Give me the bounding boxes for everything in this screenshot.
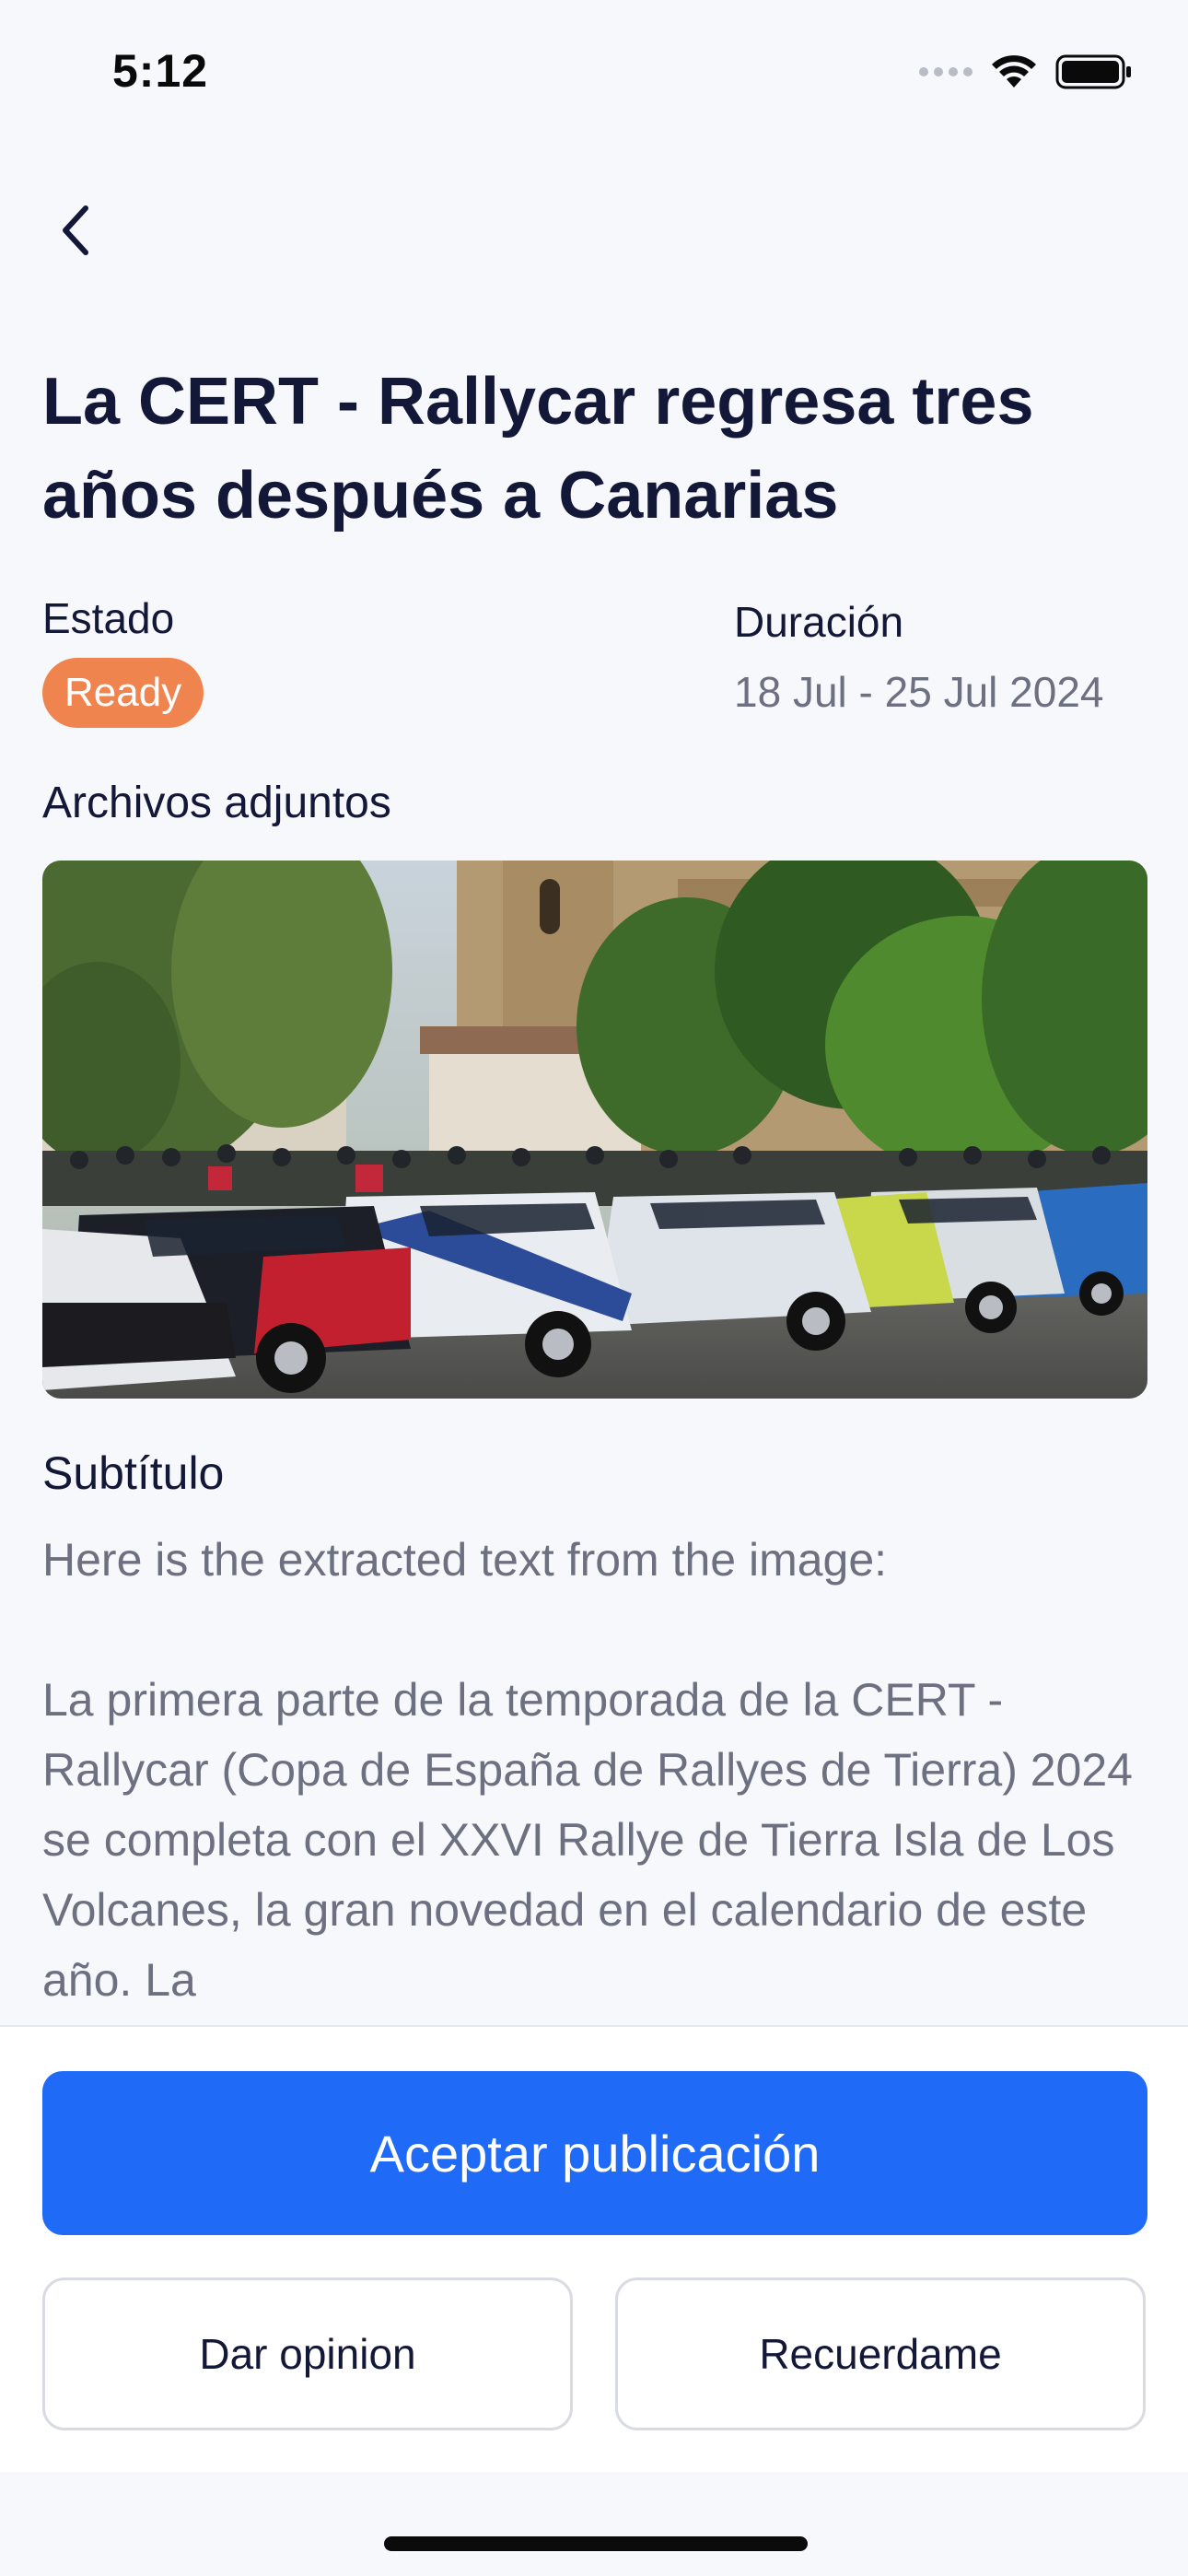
subtitle-paragraph: La primera parte de la temporada de la C… (42, 1674, 1133, 2006)
status-icons (919, 53, 1133, 90)
subtitle-body: Here is the extracted text from the imag… (42, 1525, 1147, 2022)
home-indicator[interactable] (384, 2536, 808, 2551)
home-area (0, 2472, 1188, 2576)
status-badge: Ready (42, 658, 204, 728)
wifi-icon (992, 55, 1036, 88)
status-bar: 5:12 (0, 0, 1188, 147)
duracion-label: Duración (734, 598, 904, 646)
accept-publication-button[interactable]: Aceptar publicación (42, 2071, 1147, 2235)
back-button[interactable] (48, 193, 103, 267)
give-opinion-button[interactable]: Dar opinion (42, 2277, 573, 2430)
subtitle-intro: Here is the extracted text from the imag… (42, 1534, 888, 1586)
page-title: La CERT - Rallycar regresa tres años des… (42, 365, 1034, 533)
chevron-left-icon (63, 205, 88, 255)
cellular-signal-icon (919, 67, 973, 76)
estado-label: Estado (42, 594, 175, 642)
attachment-image[interactable] (42, 861, 1147, 1399)
rally-cars-photo (42, 861, 1147, 1399)
remind-me-button[interactable]: Recuerdame (615, 2277, 1146, 2430)
battery-icon (1055, 54, 1131, 89)
action-panel: Aceptar publicación Dar opinion Recuerda… (0, 2025, 1188, 2474)
attachments-label: Archivos adjuntos (42, 779, 391, 827)
duration-value: 18 Jul - 25 Jul 2024 (734, 668, 1104, 716)
subtitle-label: Subtítulo (42, 1447, 225, 1499)
status-time: 5:12 (112, 45, 209, 97)
